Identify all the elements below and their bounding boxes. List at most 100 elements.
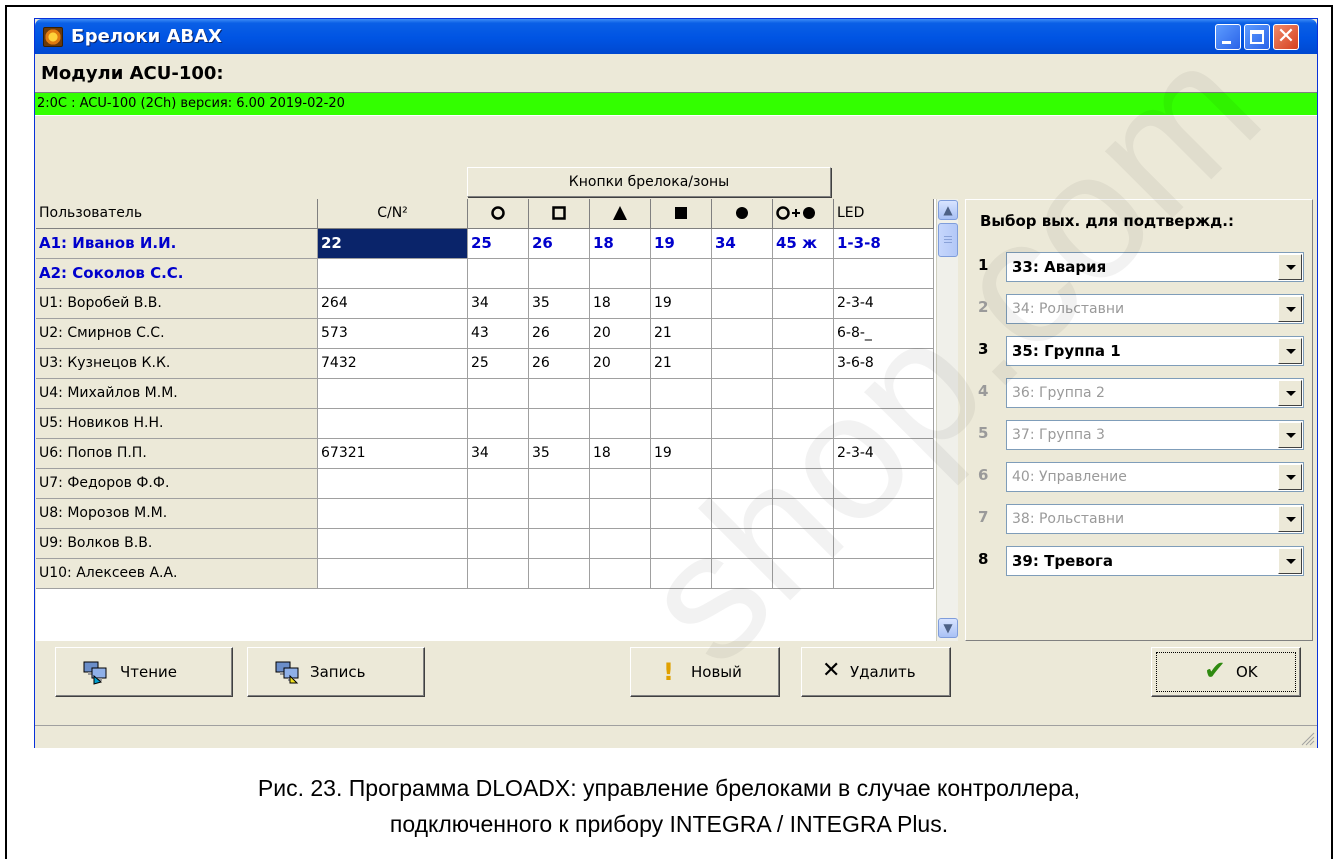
grid-cell-led[interactable]: [834, 379, 934, 409]
grid-cell-b3[interactable]: [590, 559, 651, 589]
resize-grip-icon[interactable]: [1299, 730, 1315, 746]
grid-cell-b4[interactable]: [651, 529, 712, 559]
grid-cell-led[interactable]: 3-6-8: [834, 349, 934, 379]
write-button[interactable]: Запись: [247, 647, 425, 697]
col-header-cn[interactable]: C/N²: [318, 199, 468, 229]
grid-cell-b2[interactable]: [529, 529, 590, 559]
output-select[interactable]: 35: Группа 1: [1006, 336, 1304, 366]
grid-cell-b5[interactable]: [712, 439, 773, 469]
grid-cell-cn[interactable]: [318, 529, 468, 559]
chevron-down-icon[interactable]: [1278, 296, 1302, 322]
chevron-down-icon[interactable]: [1278, 464, 1302, 490]
grid-cell-b2[interactable]: [529, 259, 590, 289]
user-name-cell[interactable]: U2: Смирнов С.С.: [36, 319, 318, 349]
grid-cell-b1[interactable]: 25: [468, 229, 529, 259]
user-name-cell[interactable]: U6: Попов П.П.: [36, 439, 318, 469]
close-button[interactable]: ✕: [1273, 24, 1299, 50]
grid-cell-b6[interactable]: 45 ж: [773, 229, 834, 259]
table-row[interactable]: A2: Соколов С.С.: [36, 259, 936, 289]
output-select[interactable]: 33: Авария: [1006, 252, 1304, 282]
table-row[interactable]: U3: Кузнецов К.К. 7432 25 26 20 21 3-6-8: [36, 349, 936, 379]
grid-cell-b3[interactable]: 20: [590, 319, 651, 349]
grid-cell-b2[interactable]: 26: [529, 229, 590, 259]
grid-cell-b3[interactable]: [590, 499, 651, 529]
grid-cell-b4[interactable]: [651, 559, 712, 589]
grid-cell-b3[interactable]: [590, 469, 651, 499]
user-name-cell[interactable]: U1: Воробей В.В.: [36, 289, 318, 319]
scroll-thumb[interactable]: [938, 223, 958, 257]
table-row[interactable]: A1: Иванов И.И. 22 25 26 18 19 34 45 ж 1-3-8: [36, 229, 936, 259]
grid-cell-b1[interactable]: [468, 259, 529, 289]
grid-cell-b2[interactable]: 26: [529, 319, 590, 349]
grid-cell-led[interactable]: 6-8-_: [834, 319, 934, 349]
table-row[interactable]: U1: Воробей В.В. 264 34 35 18 19 2-3-4: [36, 289, 936, 319]
grid-cell-b1[interactable]: [468, 529, 529, 559]
grid-cell-led[interactable]: [834, 259, 934, 289]
grid-cell-b5[interactable]: [712, 319, 773, 349]
grid-cell-b6[interactable]: [773, 439, 834, 469]
grid-cell-b4[interactable]: [651, 499, 712, 529]
grid-cell-cn[interactable]: [318, 559, 468, 589]
grid-cell-b6[interactable]: [773, 349, 834, 379]
grid-cell-b3[interactable]: 18: [590, 439, 651, 469]
grid-cell-b6[interactable]: [773, 409, 834, 439]
grid-cell-led[interactable]: 1-3-8: [834, 229, 934, 259]
scroll-up-icon[interactable]: ▲: [938, 200, 958, 220]
col-header-dot-icon[interactable]: [712, 199, 773, 229]
output-select[interactable]: 40: Управление: [1006, 462, 1304, 492]
grid-cell-led[interactable]: [834, 529, 934, 559]
grid-cell-cn[interactable]: [318, 409, 468, 439]
grid-cell-b2[interactable]: [529, 559, 590, 589]
grid-cell-b2[interactable]: 35: [529, 439, 590, 469]
col-header-filled-square-icon[interactable]: [651, 199, 712, 229]
user-name-cell[interactable]: U8: Морозов М.М.: [36, 499, 318, 529]
grid-cell-b5[interactable]: [712, 499, 773, 529]
col-header-triangle-icon[interactable]: [590, 199, 651, 229]
read-button[interactable]: Чтение: [55, 647, 233, 697]
table-row[interactable]: U10: Алексеев А.А.: [36, 559, 936, 589]
delete-button[interactable]: ✕ Удалить: [801, 647, 951, 697]
col-header-led[interactable]: LED: [834, 199, 934, 229]
chevron-down-icon[interactable]: [1278, 254, 1302, 280]
grid-cell-cn[interactable]: 22: [318, 229, 468, 259]
grid-cell-b1[interactable]: [468, 499, 529, 529]
chevron-down-icon[interactable]: [1278, 506, 1302, 532]
grid-cell-b5[interactable]: [712, 409, 773, 439]
grid-cell-b1[interactable]: 34: [468, 439, 529, 469]
grid-cell-cn[interactable]: [318, 259, 468, 289]
output-select[interactable]: 38: Рольставни: [1006, 504, 1304, 534]
grid-cell-cn[interactable]: [318, 499, 468, 529]
grid-cell-b1[interactable]: 34: [468, 289, 529, 319]
grid-cell-led[interactable]: 2-3-4: [834, 289, 934, 319]
grid-cell-b6[interactable]: [773, 529, 834, 559]
grid-cell-cn[interactable]: 573: [318, 319, 468, 349]
grid-cell-b2[interactable]: [529, 409, 590, 439]
col-header-circle-plus-dot-icon[interactable]: [773, 199, 834, 229]
user-name-cell[interactable]: U7: Федоров Ф.Ф.: [36, 469, 318, 499]
grid-cell-b4[interactable]: [651, 259, 712, 289]
table-row[interactable]: U7: Федоров Ф.Ф.: [36, 469, 936, 499]
grid-cell-cn[interactable]: 67321: [318, 439, 468, 469]
user-name-cell[interactable]: U10: Алексеев А.А.: [36, 559, 318, 589]
grid-cell-b2[interactable]: 35: [529, 289, 590, 319]
table-row[interactable]: U6: Попов П.П. 67321 34 35 18 19 2-3-4: [36, 439, 936, 469]
grid-cell-b3[interactable]: [590, 529, 651, 559]
grid-cell-b3[interactable]: 18: [590, 289, 651, 319]
grid-cell-b5[interactable]: [712, 379, 773, 409]
col-header-square-icon[interactable]: [529, 199, 590, 229]
chevron-down-icon[interactable]: [1278, 422, 1302, 448]
grid-cell-cn[interactable]: 264: [318, 289, 468, 319]
title-bar[interactable]: Брелоки ABAX ✕: [35, 19, 1317, 54]
minimize-button[interactable]: [1215, 24, 1241, 50]
scroll-down-icon[interactable]: ▼: [938, 618, 958, 638]
grid-cell-b4[interactable]: 19: [651, 289, 712, 319]
grid-cell-b2[interactable]: [529, 499, 590, 529]
grid-cell-b3[interactable]: [590, 409, 651, 439]
grid-scrollbar[interactable]: ▲ ▼: [936, 199, 958, 641]
grid-cell-b4[interactable]: 21: [651, 349, 712, 379]
grid-cell-b3[interactable]: [590, 259, 651, 289]
grid-cell-b4[interactable]: [651, 409, 712, 439]
grid-cell-b1[interactable]: [468, 559, 529, 589]
grid-cell-b5[interactable]: 34: [712, 229, 773, 259]
user-name-cell[interactable]: A2: Соколов С.С.: [36, 259, 318, 289]
